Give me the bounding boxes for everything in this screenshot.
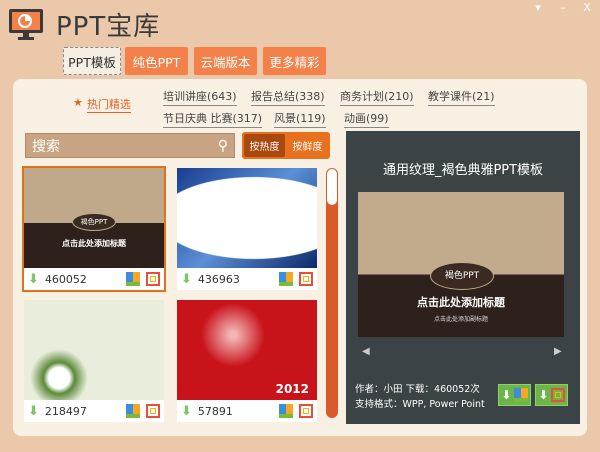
card-footer: ⬇ 57891: [177, 400, 317, 422]
search-box: ⚲: [25, 133, 235, 158]
office-icon[interactable]: [146, 272, 160, 286]
download-count: 218497: [44, 404, 87, 418]
detail-panel: 通用纹理_褐色典雅PPT模板 褐色PPT 点击此处添加标题 点击此处添加副标题 …: [346, 131, 580, 424]
download-arrow-icon: ⬇: [28, 271, 39, 287]
tab-cloud-version[interactable]: 云端版本: [194, 47, 257, 75]
office-icon: [550, 388, 565, 402]
template-card[interactable]: 2012 ⬇ 57891: [177, 300, 317, 422]
hot-picks-label: 热门精选: [86, 98, 131, 113]
star-icon: ★: [73, 96, 83, 109]
detail-title: 通用纹理_褐色典雅PPT模板: [382, 163, 544, 178]
template-card[interactable]: ⬇ 436963: [177, 168, 317, 290]
download-arrow-icon: ⬇: [538, 388, 549, 402]
template-thumbnail: [24, 300, 164, 400]
minimize-button[interactable]: –: [556, 1, 570, 14]
thumb-year: 2012: [275, 382, 309, 396]
wps-icon[interactable]: [279, 272, 293, 286]
hot-picks-link[interactable]: ★ 热门精选: [73, 96, 131, 113]
category-link[interactable]: 动画(99): [344, 110, 389, 128]
download-count: 57891: [197, 404, 233, 418]
template-card[interactable]: 褐色PPT 点击此处添加标题 ⬇ 460052: [22, 166, 166, 292]
wps-icon[interactable]: [126, 272, 140, 286]
supported-formats: 支持格式：WPP, Power Point: [355, 399, 485, 410]
tab-more[interactable]: 更多精彩: [263, 47, 326, 75]
author-downloads: 作者：小田 下载：460052次: [355, 384, 480, 395]
search-input[interactable]: [32, 137, 218, 154]
download-office-button[interactable]: ⬇: [535, 384, 568, 406]
menu-dropdown-button[interactable]: ▾: [531, 1, 545, 14]
sort-by-hot-button[interactable]: 按热度: [244, 134, 285, 157]
category-link[interactable]: 报告总结(338): [251, 88, 325, 106]
thumb-title: 点击此处添加标题: [62, 239, 126, 248]
template-card[interactable]: ⬇ 218497: [24, 300, 164, 422]
app-title: PPT宝库: [56, 12, 161, 42]
download-count: 460052: [44, 272, 87, 286]
tab-solid-ppt[interactable]: 纯色PPT: [125, 47, 188, 75]
category-link[interactable]: 教学课件(21): [428, 88, 495, 106]
scrollbar-thumb[interactable]: [327, 169, 337, 205]
detail-preview: 褐色PPT 点击此处添加标题 点击此处添加副标题: [358, 192, 564, 337]
close-button[interactable]: X: [580, 1, 594, 14]
category-link[interactable]: 培训讲座(643): [163, 88, 237, 106]
app-logo-icon: [9, 9, 43, 40]
prev-arrow-icon[interactable]: ◀: [362, 346, 370, 357]
search-icon[interactable]: ⚲: [218, 138, 228, 154]
preview-subtitle: 点击此处添加副标题: [433, 316, 488, 323]
scrollbar-track[interactable]: [326, 168, 338, 418]
download-arrow-icon: ⬇: [28, 403, 39, 419]
office-icon[interactable]: [299, 404, 313, 418]
download-arrow-icon: ⬇: [181, 403, 192, 419]
preview-badge: 褐色PPT: [430, 262, 494, 290]
next-arrow-icon[interactable]: ▶: [554, 346, 562, 357]
card-footer: ⬇ 436963: [177, 268, 317, 290]
tab-ppt-templates[interactable]: PPT模板: [63, 47, 121, 75]
office-icon[interactable]: [299, 272, 313, 286]
download-count: 436963: [197, 272, 240, 286]
detail-info: 作者：小田 下载：460052次 支持格式：WPP, Power Point: [355, 382, 485, 412]
category-link[interactable]: 风景(119): [274, 110, 326, 128]
wps-icon[interactable]: [279, 404, 293, 418]
template-thumbnail: [177, 168, 317, 268]
sort-toggle: 按热度 按鲜度: [242, 132, 330, 159]
wps-icon[interactable]: [126, 404, 140, 418]
card-footer: ⬇ 218497: [24, 400, 164, 422]
office-icon[interactable]: [146, 404, 160, 418]
thumb-badge: 褐色PPT: [72, 213, 116, 231]
preview-title: 点击此处添加标题: [417, 296, 505, 309]
wps-icon: [513, 388, 528, 402]
category-link[interactable]: 商务计划(210): [340, 88, 414, 106]
template-thumbnail: 褐色PPT 点击此处添加标题: [24, 168, 164, 268]
download-arrow-icon: ⬇: [501, 388, 512, 402]
download-arrow-icon: ⬇: [181, 271, 192, 287]
sort-by-new-button[interactable]: 按鲜度: [287, 134, 328, 157]
download-wps-button[interactable]: ⬇: [498, 384, 531, 406]
template-thumbnail: 2012: [177, 300, 317, 400]
category-link[interactable]: 节日庆典 比赛(317): [163, 110, 263, 128]
card-footer: ⬇ 460052: [24, 268, 164, 290]
